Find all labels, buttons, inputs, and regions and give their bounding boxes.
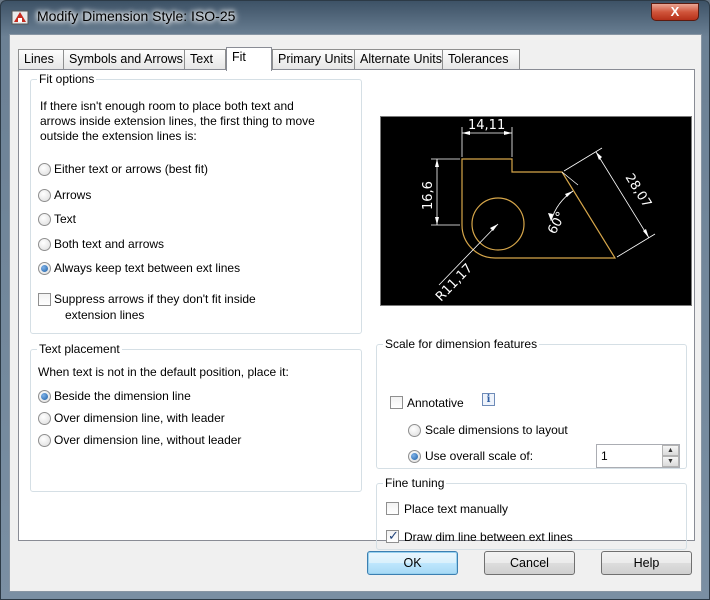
radio-scale-to-layout[interactable]	[408, 424, 421, 437]
dialog-window: Modify Dimension Style: ISO-25 X Lines S…	[0, 0, 710, 600]
draw-dim-line-checkbox[interactable]: ✓	[386, 528, 399, 543]
info-glyph: i	[486, 394, 491, 405]
annotative-checkbox[interactable]	[390, 396, 403, 409]
radio-beside-label[interactable]: Beside the dimension line	[54, 389, 191, 404]
tab-symbols-and-arrows[interactable]: Symbols and Arrows	[63, 49, 185, 69]
fit-options-description: If there isn't enough room to place both…	[40, 99, 315, 143]
radio-scale-to-layout-label[interactable]: Scale dimensions to layout	[425, 423, 568, 438]
scale-group-label: Scale for dimension features	[383, 337, 540, 351]
info-icon[interactable]: i	[482, 393, 495, 406]
dimension-preview: 14,11 16,6 28,07 60° R11,17	[380, 116, 692, 306]
radio-always-keep-label[interactable]: Always keep text between ext lines	[54, 261, 240, 276]
radio-over-without-leader-label[interactable]: Over dimension line, without leader	[54, 433, 241, 448]
text-placement-label: Text placement	[37, 342, 122, 356]
title-bar[interactable]: Modify Dimension Style: ISO-25 X	[1, 1, 709, 33]
tab-fit[interactable]: Fit	[226, 47, 272, 71]
radio-text[interactable]	[38, 213, 51, 226]
preview-part-outline	[461, 158, 617, 259]
fit-options-label: Fit options	[37, 72, 97, 86]
window-title: Modify Dimension Style: ISO-25	[37, 8, 236, 24]
check-mark-icon: ✓	[388, 528, 399, 543]
preview-dim-top: 14,11	[468, 118, 505, 133]
ok-button[interactable]: OK	[367, 551, 458, 575]
tab-primary-units[interactable]: Primary Units	[272, 49, 355, 69]
preview-dim-right: 28,07	[622, 171, 654, 211]
overall-scale-input[interactable]: 1 ▲ ▼	[596, 444, 680, 468]
tab-text[interactable]: Text	[184, 49, 226, 69]
radio-always-keep-text[interactable]	[38, 262, 51, 275]
radio-over-without-leader[interactable]	[38, 434, 51, 447]
radio-beside-dim-line[interactable]	[38, 390, 51, 403]
overall-scale-value[interactable]: 1	[601, 449, 608, 463]
close-button[interactable]: X	[651, 3, 699, 21]
close-icon: X	[670, 4, 680, 19]
radio-both-label[interactable]: Both text and arrows	[54, 237, 164, 252]
annotative-label[interactable]: Annotative	[407, 396, 464, 411]
radio-both-text-and-arrows[interactable]	[38, 238, 51, 251]
preview-drawing: 14,11 16,6 28,07 60° R11,17	[421, 118, 656, 305]
text-placement-description: When text is not in the default position…	[38, 365, 289, 379]
radio-overall-scale[interactable]	[408, 450, 421, 463]
suppress-arrows-label-2[interactable]: extension lines	[65, 308, 144, 323]
preview-dim-radius: R11,17	[433, 261, 476, 305]
help-button[interactable]: Help	[601, 551, 692, 575]
fine-tuning-label: Fine tuning	[383, 476, 447, 490]
radio-best-fit[interactable]	[38, 163, 51, 176]
dialog-client: Lines Symbols and Arrows Text Fit Primar…	[9, 34, 702, 592]
cancel-button[interactable]: Cancel	[484, 551, 575, 575]
suppress-arrows-checkbox[interactable]	[38, 293, 51, 306]
suppress-arrows-label-1[interactable]: Suppress arrows if they don't fit inside	[54, 292, 256, 307]
radio-text-label[interactable]: Text	[54, 212, 76, 227]
radio-overall-scale-label[interactable]: Use overall scale of:	[425, 449, 533, 464]
radio-arrows[interactable]	[38, 189, 51, 202]
fit-tab-page: Fit options If there isn't enough room t…	[18, 69, 695, 550]
spin-down-button[interactable]: ▼	[662, 456, 679, 467]
tab-tolerances[interactable]: Tolerances	[442, 49, 520, 69]
tab-alternate-units[interactable]: Alternate Units	[354, 49, 443, 69]
spin-up-button[interactable]: ▲	[662, 445, 679, 456]
autocad-icon	[11, 10, 29, 25]
tab-lines[interactable]: Lines	[18, 49, 64, 69]
draw-dim-line-label[interactable]: Draw dim line between ext lines	[404, 530, 573, 545]
radio-over-with-leader[interactable]	[38, 412, 51, 425]
place-text-manually-label[interactable]: Place text manually	[404, 502, 508, 517]
place-text-manually-checkbox[interactable]	[386, 502, 399, 515]
radio-over-with-leader-label[interactable]: Over dimension line, with leader	[54, 411, 225, 426]
radio-best-fit-label[interactable]: Either text or arrows (best fit)	[54, 162, 208, 177]
radio-arrows-label[interactable]: Arrows	[54, 188, 91, 203]
preview-dim-left: 16,6	[421, 181, 436, 210]
